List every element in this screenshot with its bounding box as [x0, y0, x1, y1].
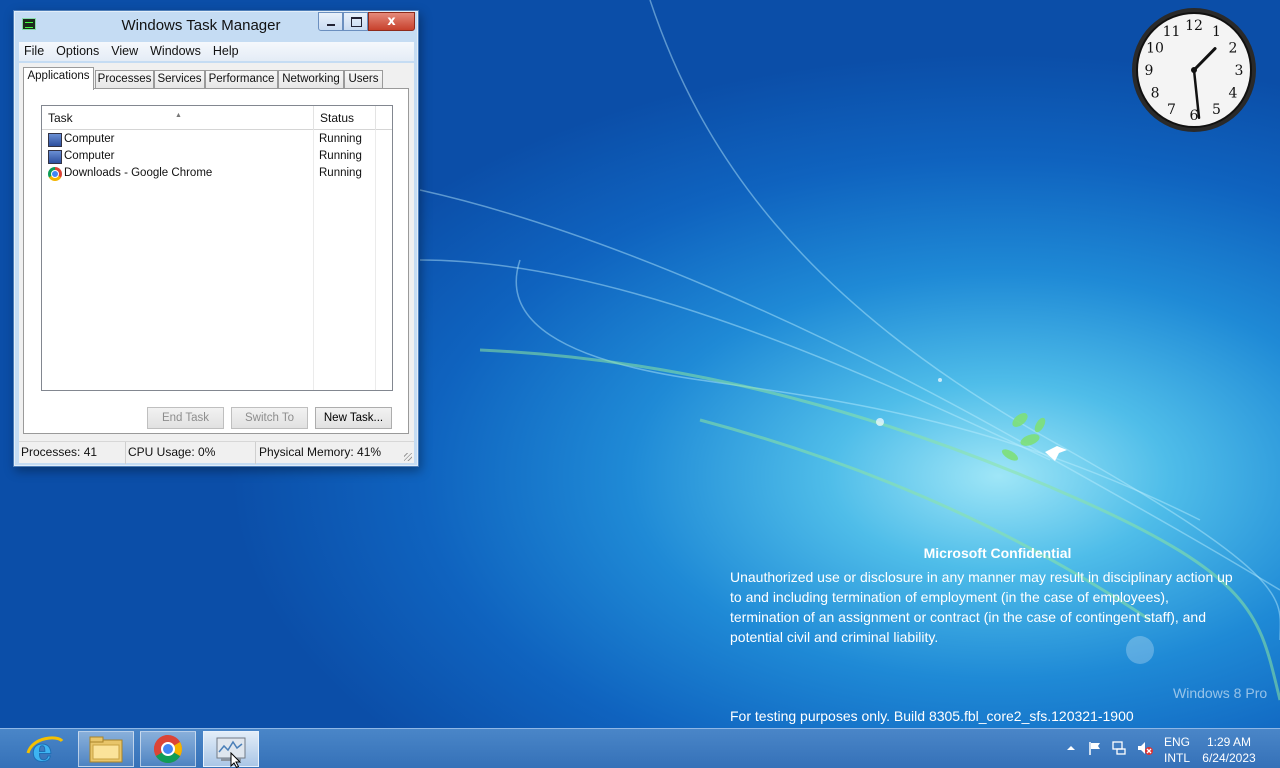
menu-options[interactable]: Options — [51, 42, 104, 60]
applications-panel: ▲ Task Status Computer Running Computer … — [23, 88, 409, 434]
end-task-button[interactable]: End Task — [147, 407, 224, 429]
clock-gadget[interactable]: 12 1234567891011 — [1131, 7, 1257, 133]
clock-numeral: 11 — [1163, 24, 1181, 40]
folder-icon — [89, 736, 123, 763]
chrome-icon — [48, 167, 62, 181]
task-manager-window: Windows Task Manager x File Options View Wi… — [13, 10, 419, 467]
menu-view[interactable]: View — [106, 42, 143, 60]
clock-center — [1191, 67, 1197, 73]
confidential-line: potential civil and criminal liability. — [730, 629, 939, 645]
tab-services[interactable]: Services — [154, 70, 205, 89]
language-code: ENG — [1164, 735, 1191, 749]
menu-file[interactable]: File — [19, 42, 49, 60]
clock-numeral: 1 — [1212, 24, 1221, 40]
svg-text:e: e — [32, 731, 52, 767]
confidential-line: Unauthorized use or disclosure in any ma… — [730, 569, 1233, 585]
volume-muted-icon[interactable] — [1136, 740, 1153, 756]
window-client-area: Applications Processes Services Performa… — [19, 63, 414, 461]
keyboard-layout: INTL — [1164, 751, 1191, 765]
taskbar-file-explorer[interactable] — [78, 731, 134, 767]
tab-users[interactable]: Users — [344, 70, 383, 89]
task-name: Computer — [64, 133, 115, 145]
close-icon: x — [387, 14, 396, 29]
computer-icon — [48, 133, 62, 147]
tab-performance[interactable]: Performance — [205, 70, 278, 89]
computer-icon — [48, 150, 62, 164]
close-button[interactable]: x — [368, 12, 415, 31]
clock-numeral: 12 — [1185, 18, 1203, 34]
task-name: Computer — [64, 150, 115, 162]
taskbar-google-chrome[interactable] — [140, 731, 196, 767]
menu-bar: File Options View Windows Help — [19, 42, 414, 61]
windows-edition-watermark: Windows 8 Pro — [1173, 685, 1268, 701]
task-status: Running — [319, 150, 362, 162]
maximize-button[interactable] — [343, 12, 368, 31]
column-header-task[interactable]: ▲ Task — [42, 106, 314, 130]
taskbar-date: 6/24/2023 — [1202, 751, 1256, 765]
confidential-title: Microsoft Confidential — [923, 545, 1072, 561]
resize-grip-icon[interactable] — [404, 453, 412, 461]
clock-numeral: 7 — [1167, 102, 1176, 118]
tab-networking[interactable]: Networking — [278, 70, 344, 89]
clock-numeral: 9 — [1145, 63, 1154, 79]
status-bar: Processes: 41 CPU Usage: 0% Physical Mem… — [19, 441, 414, 464]
column-status-label: Status — [320, 111, 355, 125]
list-item[interactable]: Computer Running — [42, 149, 392, 166]
title-bar[interactable]: Windows Task Manager x — [14, 11, 418, 39]
network-icon[interactable] — [1111, 740, 1127, 756]
taskbar-clock[interactable]: 1:29 AM 6/24/2023 — [1200, 734, 1258, 766]
mouse-cursor-icon — [230, 752, 242, 768]
new-task-button[interactable]: New Task... — [315, 407, 392, 429]
flag-icon[interactable] — [1087, 740, 1103, 756]
list-item[interactable]: Computer Running — [42, 132, 392, 149]
status-cpu-usage: CPU Usage: 0% — [126, 442, 256, 464]
chrome-icon — [154, 735, 182, 763]
confidential-line: to and including termination of employme… — [730, 589, 1169, 605]
task-list[interactable]: ▲ Task Status Computer Running Computer … — [41, 105, 393, 391]
ie-icon: e — [26, 731, 64, 768]
menu-help[interactable]: Help — [208, 42, 244, 60]
clock-numeral: 3 — [1235, 63, 1244, 79]
show-hidden-icons-arrow[interactable] — [1065, 742, 1081, 758]
column-header-status[interactable]: Status — [314, 106, 376, 130]
input-language[interactable]: ENG INTL — [1164, 734, 1190, 766]
sort-ascending-icon: ▲ — [175, 112, 182, 119]
taskbar-time: 1:29 AM — [1206, 735, 1252, 749]
window-title: Windows Task Manager — [121, 17, 281, 34]
list-header: ▲ Task Status — [42, 106, 392, 130]
build-watermark: For testing purposes only. Build 8305.fb… — [730, 708, 1134, 724]
clock-numeral: 8 — [1151, 86, 1160, 102]
taskbar: e ENG INTL 1:29 AM 6/24/2023 — [0, 728, 1280, 768]
list-item[interactable]: Downloads - Google Chrome Running — [42, 166, 392, 183]
confidential-line: termination of an assignment or contract… — [730, 609, 1207, 625]
menu-windows[interactable]: Windows — [145, 42, 206, 60]
clock-numeral: 4 — [1229, 86, 1238, 102]
taskbar-internet-explorer[interactable]: e — [18, 731, 74, 768]
tab-processes[interactable]: Processes — [95, 70, 154, 89]
clock-numeral: 5 — [1212, 102, 1221, 118]
confidential-notice: Microsoft Confidential Unauthorized use … — [730, 545, 1275, 647]
minimize-button[interactable] — [318, 12, 343, 31]
confidential-body: Unauthorized use or disclosure in any ma… — [730, 567, 1275, 647]
switch-to-button[interactable]: Switch To — [231, 407, 308, 429]
clock-numeral: 2 — [1229, 41, 1238, 57]
status-physical-memory: Physical Memory: 41% — [259, 445, 382, 459]
tab-applications[interactable]: Applications — [23, 67, 94, 90]
task-name: Downloads - Google Chrome — [64, 167, 213, 179]
clock-numeral: 10 — [1146, 41, 1164, 57]
task-status: Running — [319, 133, 362, 145]
task-status: Running — [319, 167, 362, 179]
status-processes: Processes: 41 — [19, 442, 126, 464]
column-task-label: Task — [48, 111, 73, 125]
